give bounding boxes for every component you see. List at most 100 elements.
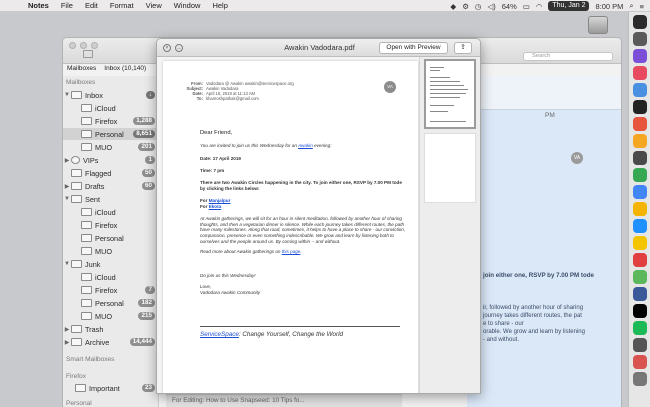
menu-help[interactable]: Help (206, 1, 233, 10)
mailbox-important[interactable]: Important 23 (63, 382, 159, 394)
mailbox-sent-personal[interactable]: Personal (63, 232, 159, 244)
mailbox-junk-firefox[interactable]: Firefox 7 (63, 284, 159, 296)
manjalpur-link[interactable]: Manjalpur (209, 198, 231, 203)
dock-app-icon[interactable] (632, 338, 647, 352)
dropbox-icon[interactable]: ◆ (450, 2, 456, 11)
mailbox-junk[interactable]: ▼ Junk (63, 258, 159, 270)
disclosure-closed-icon[interactable]: ▶ (63, 326, 71, 333)
mailbox-inbox[interactable]: ▼ Inbox ↓ (63, 89, 159, 101)
control-center-icon[interactable]: ≡ (640, 2, 644, 11)
mailbox-label: Drafts (85, 181, 105, 191)
page-thumbnail-1[interactable] (424, 59, 476, 129)
awakin-link[interactable]: Awakin (298, 143, 313, 148)
dock-app-icon[interactable] (632, 321, 647, 335)
wifi-icon[interactable]: ◠ (536, 2, 543, 11)
folder-icon (81, 117, 92, 125)
mailbox-flagged[interactable]: Flagged 50 (63, 167, 159, 179)
zoom-button[interactable] (91, 42, 98, 49)
tab-mailboxes[interactable]: Mailboxes (63, 65, 100, 75)
mailbox-count: 14,444 (129, 338, 155, 346)
disclosure-open-icon[interactable]: ▼ (63, 196, 71, 202)
minimize-button[interactable] (80, 42, 87, 49)
dock-app-icon[interactable] (632, 185, 647, 199)
dock-app-icon[interactable] (632, 66, 647, 80)
search-input[interactable]: Search (523, 52, 613, 61)
dock-app-icon[interactable] (632, 134, 647, 148)
time-display[interactable]: 8:00 PM (595, 2, 623, 11)
mailbox-label: MUO (95, 142, 113, 152)
mailbox-inbox-firefox[interactable]: Firefox 1,288 (63, 115, 159, 127)
dock-app-icon[interactable] (632, 83, 647, 97)
gear-icon[interactable]: ⚙ (462, 2, 469, 11)
compose-icon[interactable] (83, 50, 93, 58)
page-thumbnail-2[interactable] (424, 133, 476, 203)
ekota-link[interactable]: Ekota (209, 204, 222, 209)
dock-app-icon[interactable] (632, 372, 647, 386)
search-icon[interactable]: ⌕ (629, 1, 633, 11)
junk-icon (71, 260, 82, 268)
mailbox-archive[interactable]: ▶ Archive 14,444 (63, 336, 159, 348)
dock-app-icon[interactable] (632, 49, 647, 63)
message-snippet: orable. We grow and learn by listening (483, 329, 585, 335)
mailbox-inbox-personal[interactable]: Personal 8,651 (63, 128, 159, 140)
mailbox-vips[interactable]: ▶ VIPs 1 (63, 154, 159, 166)
mailbox-drafts[interactable]: ▶ Drafts 60 (63, 180, 159, 192)
dock-app-icon[interactable] (632, 287, 647, 301)
menu-edit[interactable]: Edit (79, 1, 104, 10)
share-button[interactable]: ⇪ (454, 42, 472, 54)
rsvp-text: There are two Awakin Circles happening i… (200, 180, 402, 191)
dock-app-icon[interactable] (632, 15, 647, 29)
dock-app-icon[interactable] (632, 151, 647, 165)
date-display[interactable]: Thu, Jan 2 (548, 1, 590, 11)
thumb-text (430, 111, 448, 112)
mailbox-junk-personal[interactable]: Personal 182 (63, 297, 159, 309)
servicespace-link[interactable]: ServiceSpace (200, 331, 239, 338)
mailbox-count: ↓ (145, 91, 155, 99)
this-page-link[interactable]: this page (282, 249, 301, 254)
disclosure-open-icon[interactable]: ▼ (63, 261, 71, 267)
clock-icon[interactable]: ◷ (475, 2, 482, 11)
disclosure-open-icon[interactable]: ▼ (63, 92, 71, 98)
disclosure-closed-icon[interactable]: ▶ (63, 157, 71, 164)
dock-app-icon[interactable] (632, 304, 647, 318)
dock-app-icon[interactable] (632, 236, 647, 250)
menu-app-name[interactable]: Notes (22, 1, 55, 10)
mailbox-junk-muo[interactable]: MUO 215 (63, 310, 159, 322)
disclosure-closed-icon[interactable]: ▶ (63, 183, 71, 190)
thumb-text (430, 93, 466, 94)
volume-icon[interactable]: ◁) (487, 2, 495, 11)
dock-app-icon[interactable] (632, 100, 647, 114)
battery-icon[interactable]: ▭ (523, 2, 530, 11)
folder-icon (81, 130, 92, 138)
dock-app-icon[interactable] (632, 168, 647, 182)
tab-inbox[interactable]: Inbox (10,140) (100, 65, 150, 75)
menu-file[interactable]: File (55, 1, 79, 10)
message-list-item[interactable]: For Editing: How to Use Snapseed: 10 Tip… (166, 394, 402, 407)
disclosure-closed-icon[interactable]: ▶ (63, 339, 71, 346)
menu-view[interactable]: View (140, 1, 168, 10)
dock-app-icon[interactable] (632, 117, 647, 131)
dock-app-icon[interactable] (632, 219, 647, 233)
dock-app-icon[interactable] (632, 253, 647, 267)
mailbox-inbox-muo[interactable]: MUO 201 (63, 141, 159, 153)
close-button[interactable] (69, 42, 76, 49)
mailbox-count: 8,651 (133, 130, 155, 138)
page-thumbnails (419, 57, 480, 393)
dock-app-icon[interactable] (632, 270, 647, 284)
mailbox-inbox-icloud[interactable]: iCloud (63, 102, 159, 114)
dock-app-icon[interactable] (632, 355, 647, 369)
mailbox-sent-icloud[interactable]: iCloud (63, 206, 159, 218)
mailbox-junk-icloud[interactable]: iCloud (63, 271, 159, 283)
folder-icon (81, 143, 92, 151)
hard-drive-icon[interactable] (588, 16, 608, 34)
mailbox-sent-firefox[interactable]: Firefox (63, 219, 159, 231)
open-with-preview-button[interactable]: Open with Preview (379, 42, 448, 54)
dock-app-icon[interactable] (632, 202, 647, 216)
mailbox-trash[interactable]: ▶ Trash (63, 323, 159, 335)
menu-format[interactable]: Format (104, 1, 140, 10)
battery-label[interactable]: 64% (502, 2, 517, 11)
mailbox-sent-muo[interactable]: MUO (63, 245, 159, 257)
menu-window[interactable]: Window (168, 1, 207, 10)
dock-app-icon[interactable] (632, 32, 647, 46)
mailbox-sent[interactable]: ▼ Sent (63, 193, 159, 205)
